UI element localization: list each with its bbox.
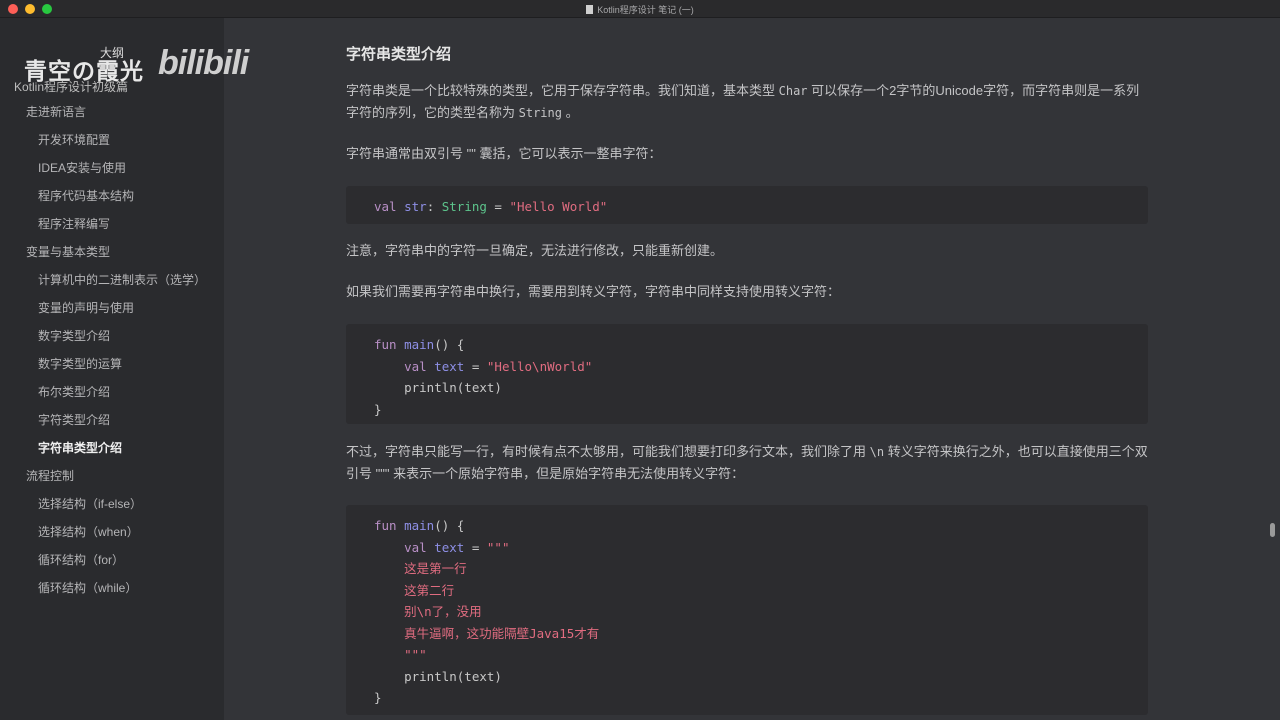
code-token: "Hello World"	[509, 199, 608, 214]
outline-item[interactable]: 程序注释编写	[0, 210, 224, 238]
code-line: fun main() {	[374, 515, 1120, 537]
code-line: }	[374, 399, 1120, 421]
code-token: String	[441, 199, 487, 214]
text: 字符串类是一个比较特殊的类型，它用于保存字符串。我们知道，基本类型	[346, 83, 779, 98]
section-heading: 字符串类型介绍	[346, 46, 452, 63]
code-token: :	[426, 199, 442, 214]
text: 。	[561, 105, 579, 120]
code-token: text	[434, 358, 465, 374]
code-line: 别\n了，没用	[374, 601, 1120, 623]
paragraph: 注意，字符串中的字符一旦确定，无法进行修改，只能重新创建。	[346, 243, 724, 258]
outline-item[interactable]: 布尔类型介绍	[0, 378, 224, 406]
outline-item[interactable]: 变量的声明与使用	[0, 294, 224, 322]
scrollbar-thumb[interactable]	[1270, 523, 1275, 537]
paragraph: 字符串通常由双引号 "" 囊括，它可以表示一整串字符：	[346, 146, 662, 161]
outline-item[interactable]: 选择结构（if-else）	[0, 490, 224, 518]
code-line: println(text)	[374, 377, 1120, 399]
code-line: val text = "Hello\nWorld"	[374, 356, 1120, 378]
text: 不过，字符串只能写一行，有时候有点不太够用，可能我们想要打印多行文本，我们除了用	[346, 444, 870, 459]
outline-sidebar: 大纲 青空の霞光 bilibili Kotlin程序设计初级篇 走进新语言 开发环…	[0, 18, 249, 720]
code-token: () {	[434, 337, 465, 352]
inline-code: Char	[778, 84, 808, 98]
outline-item[interactable]: 流程控制	[0, 462, 224, 490]
code-token: println(text)	[374, 668, 502, 684]
outline-item[interactable]: 数字类型的运算	[0, 350, 224, 378]
window-title-text: Kotlin程序设计 笔记 (一)	[597, 5, 694, 15]
code-token: 这是第一行	[374, 561, 467, 576]
code-line: fun main() {	[374, 334, 1120, 356]
code-token: 真牛逼啊，这功能隔壁Java15才有	[374, 625, 600, 641]
code-token: =	[486, 199, 510, 214]
code-block: fun main() { val text = "Hello\nWorld" p…	[346, 324, 1148, 424]
outline-item[interactable]: 变量与基本类型	[0, 238, 224, 266]
outline-item[interactable]: 数字类型介绍	[0, 322, 224, 350]
paragraph: 如果我们需要再字符串中换行，需要用到转义字符，字符串中同样支持使用转义字符：	[346, 284, 841, 299]
code-token: =	[464, 358, 487, 374]
outline-item[interactable]: 循环结构（for）	[0, 546, 224, 574]
outline-item[interactable]: 字符类型介绍	[0, 406, 224, 434]
inline-code: \n	[869, 445, 885, 459]
code-block: fun main() { val text = """ 这是第一行 这第二行 别…	[346, 505, 1148, 715]
code-token: }	[374, 401, 382, 417]
outline-item[interactable]: 程序代码基本结构	[0, 182, 224, 210]
code-line: }	[374, 687, 1120, 709]
document-content: 字符串类型介绍 字符串类是一个比较特殊的类型，它用于保存字符串。我们知道，基本类…	[224, 18, 1270, 720]
code-token: 别\n了，没用	[374, 604, 482, 619]
code-token: main	[404, 518, 435, 533]
outline-item[interactable]: 字符串类型介绍	[0, 434, 224, 462]
outline-item[interactable]: 循环结构（while）	[0, 574, 224, 602]
code-line: 这是第一行	[374, 558, 1120, 580]
outline-item[interactable]: 计算机中的二进制表示（选学）	[0, 266, 224, 294]
code-line: val str: String = "Hello World"	[374, 196, 1120, 218]
title-bar: Kotlin程序设计 笔记 (一)	[0, 0, 1280, 18]
paragraph: 不过，字符串只能写一行，有时候有点不太够用，可能我们想要打印多行文本，我们除了用…	[346, 441, 1148, 485]
outline-list: 走进新语言 开发环境配置 IDEA安装与使用 程序代码基本结构 程序注释编写 变量与基本类…	[0, 98, 224, 602]
outline-item[interactable]: 开发环境配置	[0, 126, 224, 154]
paragraph: 字符串类是一个比较特殊的类型，它用于保存字符串。我们知道，基本类型 Char 可…	[346, 80, 1148, 124]
document-icon	[586, 5, 594, 14]
code-token: """	[374, 647, 427, 662]
code-line: 真牛逼啊，这功能隔壁Java15才有	[374, 623, 1120, 645]
code-token: =	[464, 539, 487, 555]
code-token: () {	[434, 518, 465, 533]
code-line: val text = """	[374, 537, 1120, 559]
code-token: val	[404, 539, 435, 555]
outline-title: Kotlin程序设计初级篇	[14, 80, 129, 94]
code-token: val	[374, 199, 405, 214]
code-token: println(text)	[374, 380, 502, 395]
code-line: """	[374, 644, 1120, 666]
code-token: main	[404, 337, 435, 352]
code-token: str	[404, 199, 427, 214]
code-token: """	[486, 539, 510, 555]
outline-item[interactable]: IDEA安装与使用	[0, 154, 224, 182]
code-token: text	[434, 539, 465, 555]
code-line: println(text)	[374, 666, 1120, 688]
code-token: "Hello\nWorld"	[486, 358, 593, 374]
inline-code: String	[518, 106, 562, 120]
code-token: fun	[374, 337, 405, 352]
code-token: val	[404, 358, 435, 374]
code-line: 这第二行	[374, 580, 1120, 602]
code-token: }	[374, 690, 382, 705]
outline-item[interactable]: 选择结构（when）	[0, 518, 224, 546]
code-block: val str: String = "Hello World"	[346, 186, 1148, 224]
code-token: fun	[374, 518, 405, 533]
window-title: Kotlin程序设计 笔记 (一)	[0, 3, 1280, 16]
code-token: 这第二行	[374, 582, 455, 598]
outline-item[interactable]: 走进新语言	[0, 98, 224, 126]
